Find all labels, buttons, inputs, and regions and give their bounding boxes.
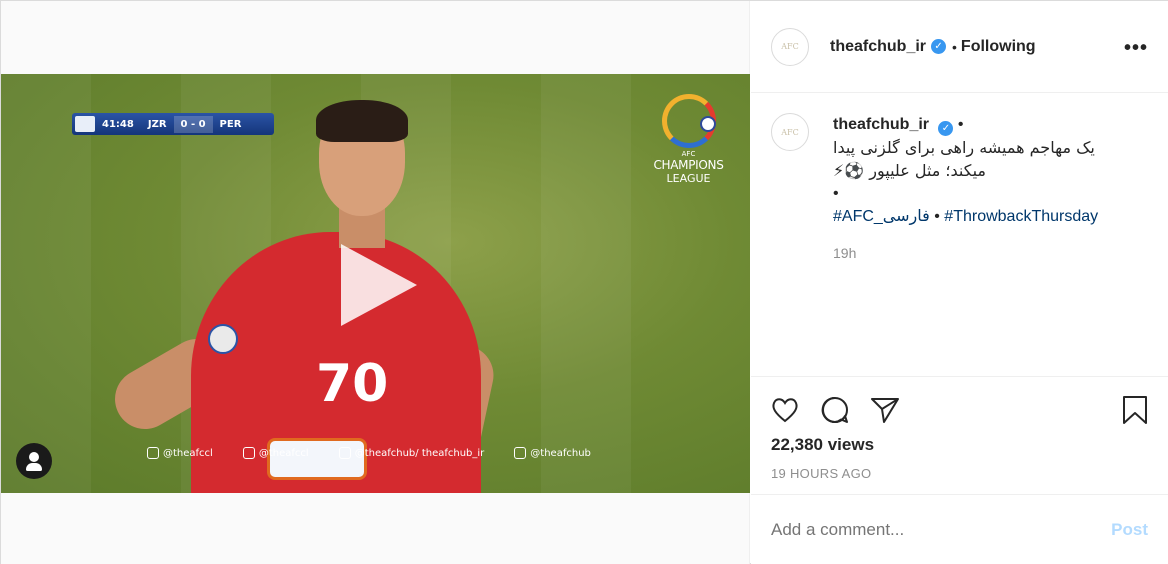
media-panel: 41:48 JZR 0 - 0 PER AFC CHAMPIONS LEAGUE: [1, 1, 750, 564]
social-twitter: @theafccl: [242, 447, 309, 459]
caption-avatar[interactable]: AFC: [771, 113, 809, 151]
comment-input[interactable]: [771, 519, 1112, 540]
acl-emblem-icon: [661, 94, 716, 148]
bookmark-icon[interactable]: [1119, 394, 1151, 426]
social-handles-bar: @theafccl @theafccl @theafchub/ theafchu…: [147, 447, 591, 459]
tagged-user-icon[interactable]: [16, 443, 52, 479]
caption-line3: •: [833, 185, 839, 202]
pitch-stripe: [541, 74, 631, 493]
acl-badge-icon: [208, 324, 238, 354]
player-figure: 70: [104, 100, 500, 493]
caption: AFC theafchub_ir ✓ • یک مهاجم همیشه راهی…: [771, 113, 1161, 265]
shirt-number: 70: [316, 354, 389, 414]
caption-username[interactable]: theafchub_ir: [833, 116, 929, 133]
social-instagram: @theafchub/ theafchub_ir: [338, 447, 484, 459]
share-icon[interactable]: [869, 394, 901, 426]
pitch-stripe: [1, 74, 91, 493]
verified-badge-icon: ✓: [931, 39, 947, 54]
post-comment-button[interactable]: Post: [1111, 520, 1148, 540]
post-header: AFC theafchub_ir ✓ • Following •••: [751, 1, 1168, 93]
hashtag-throwback[interactable]: #ThrowbackThursday: [944, 208, 1098, 225]
more-options-icon[interactable]: •••: [1124, 37, 1148, 60]
post-container: 41:48 JZR 0 - 0 PER AFC CHAMPIONS LEAGUE: [0, 0, 1168, 564]
competition-line1: AFC: [681, 150, 696, 158]
competition-line3: LEAGUE: [666, 172, 711, 185]
caption-body: theafchub_ir ✓ • یک مهاجم همیشه راهی برا…: [833, 113, 1098, 265]
caption-separator: •: [957, 116, 964, 133]
caption-hashtags: #AFC_فارسی • #ThrowbackThursday: [833, 208, 1099, 225]
avatar[interactable]: AFC: [771, 27, 809, 66]
twitter-icon: [242, 447, 255, 459]
caption-line1: یک مهاجم همیشه راهی برای گلزنی پیدا: [833, 138, 1095, 157]
following-button[interactable]: Following: [961, 38, 1036, 56]
instagram-icon: [338, 447, 351, 459]
details-panel: AFC theafchub_ir ✓ • Following ••• AFC t…: [751, 1, 1168, 564]
hashtag-afc-farsi[interactable]: #AFC_فارسی: [833, 208, 930, 225]
social-youtube: @theafchub: [514, 447, 591, 459]
afc-logo-icon: [75, 116, 95, 132]
action-bar: [751, 376, 1168, 436]
youtube-icon: [514, 447, 527, 459]
social-facebook: @theafccl: [147, 447, 213, 459]
competition-logo: AFC CHAMPIONS LEAGUE: [641, 94, 736, 185]
video-player[interactable]: 41:48 JZR 0 - 0 PER AFC CHAMPIONS LEAGUE: [1, 74, 750, 493]
verified-badge-icon: ✓: [938, 121, 954, 136]
header-username[interactable]: theafchub_ir: [830, 38, 926, 56]
facebook-icon: [147, 447, 159, 459]
competition-line2: CHAMPIONS: [653, 158, 724, 172]
comment-section: Post: [751, 494, 1168, 564]
play-icon[interactable]: [341, 244, 417, 326]
comment-icon[interactable]: [819, 394, 851, 426]
header-separator: •: [952, 38, 957, 55]
shirt-sponsor: [267, 438, 367, 480]
heart-icon[interactable]: [769, 394, 801, 426]
caption-time[interactable]: 19h: [833, 242, 1098, 265]
view-count[interactable]: 22,380 views: [771, 435, 874, 455]
post-timestamp[interactable]: 19 HOURS AGO: [771, 466, 871, 481]
caption-line2: میکند؛ مثل علیپور ⚽⚡: [833, 161, 986, 180]
match-time: 41:48: [102, 118, 134, 130]
